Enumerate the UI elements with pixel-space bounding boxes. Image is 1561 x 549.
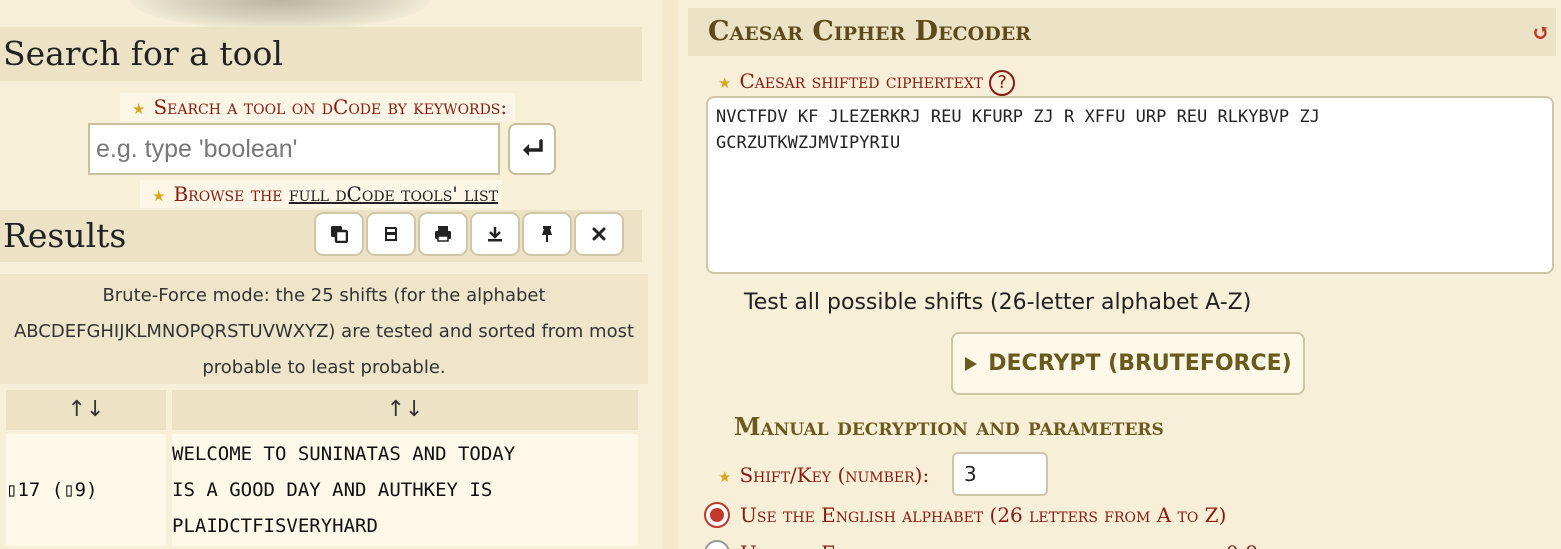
radio-button-checked[interactable] bbox=[704, 502, 730, 528]
copy-icon bbox=[331, 226, 348, 243]
test-all-shifts-text: Test all possible shifts (26-letter alph… bbox=[744, 290, 1252, 315]
plaintext-line: IS A GOOD DAY AND AUTHKEY IS bbox=[172, 479, 493, 501]
pin-button[interactable] bbox=[522, 212, 572, 256]
close-icon bbox=[592, 227, 606, 241]
star-icon: ★ bbox=[718, 468, 732, 486]
play-icon bbox=[965, 356, 978, 371]
manual-section-title: Manual decryption and parameters bbox=[734, 412, 1164, 441]
star-icon: ★ bbox=[132, 100, 146, 118]
tool-title-text: Caesar Cipher Decoder bbox=[708, 16, 1031, 47]
tool-title: Caesar Cipher Decoder ↺ bbox=[688, 8, 1556, 56]
copy-button[interactable] bbox=[314, 212, 364, 256]
ciphertext-label-text: Caesar shifted ciphertext bbox=[739, 69, 984, 93]
decrypt-button-label: DECRYPT (BRUTEFORCE) bbox=[988, 351, 1292, 376]
sort-column-text[interactable]: ↑↓ bbox=[172, 390, 638, 430]
sort-column-shift[interactable]: ↑↓ bbox=[6, 390, 166, 430]
plaintext-line: WELCOME TO SUNINATAS AND TODAY bbox=[172, 443, 516, 465]
enter-icon bbox=[523, 139, 543, 156]
search-input[interactable] bbox=[88, 123, 500, 175]
print-button[interactable] bbox=[418, 212, 468, 256]
plaintext-line: PLAIDCTFISVERYHARD bbox=[172, 515, 378, 537]
download-icon bbox=[488, 227, 502, 242]
save-icon bbox=[385, 227, 397, 241]
radio-button[interactable] bbox=[704, 540, 730, 549]
column-divider bbox=[662, 0, 678, 549]
help-icon[interactable]: ? bbox=[989, 69, 1016, 96]
radio-english-alphabet[interactable]: Use the English alphabet (26 letters fro… bbox=[704, 502, 1226, 528]
search-section-title: Search for a tool bbox=[0, 27, 642, 81]
radio-label: Use the English alphabet and also shift … bbox=[740, 541, 1258, 549]
bruteforce-note: Brute-Force mode: the 25 shifts (for the… bbox=[0, 274, 648, 384]
full-tools-list-link[interactable]: full dCode tools' list bbox=[289, 182, 498, 206]
search-submit-button[interactable] bbox=[508, 123, 556, 175]
shift-label: ★ Shift/Key (number): bbox=[718, 460, 929, 492]
reset-icon[interactable]: ↺ bbox=[1532, 22, 1550, 44]
shift-key-input[interactable] bbox=[952, 452, 1048, 496]
note-line: ABCDEFGHIJKLMNOPQRSTUVWXYZ) are tested a… bbox=[13, 321, 635, 342]
browse-prefix: Browse the bbox=[173, 182, 289, 206]
pin-icon bbox=[542, 226, 552, 242]
plaintext-cell: WELCOME TO SUNINATAS AND TODAY IS A GOOD… bbox=[172, 434, 638, 546]
decorative-image bbox=[130, 0, 430, 30]
star-icon: ★ bbox=[718, 74, 732, 92]
ciphertext-label: ★ Caesar shifted ciphertext? bbox=[718, 66, 1016, 98]
close-results-button[interactable] bbox=[574, 212, 624, 256]
star-icon: ★ bbox=[152, 187, 166, 205]
print-icon bbox=[435, 226, 451, 242]
radio-label: Use the English alphabet (26 letters fro… bbox=[740, 503, 1227, 527]
right-column: Caesar Cipher Decoder ↺ ★ Caesar shifted … bbox=[678, 0, 1561, 549]
results-toolbar bbox=[314, 212, 624, 256]
download-button[interactable] bbox=[470, 212, 520, 256]
search-label-text: Search a tool on dCode by keywords: bbox=[153, 95, 508, 119]
caesar-tool-panel: Caesar Cipher Decoder ↺ ★ Caesar shifted … bbox=[688, 8, 1556, 549]
note-line: probable to least probable. bbox=[202, 357, 446, 378]
radio-english-alphabet-digits[interactable]: Use the English alphabet and also shift … bbox=[704, 540, 1258, 549]
shift-cell: ▯17 (▯9) bbox=[6, 434, 166, 546]
save-button[interactable] bbox=[366, 212, 416, 256]
decrypt-bruteforce-button[interactable]: DECRYPT (BRUTEFORCE) bbox=[951, 332, 1305, 395]
ciphertext-input[interactable] bbox=[706, 96, 1554, 274]
left-column: Search for a tool ★ Search a tool on dCod… bbox=[0, 0, 662, 549]
shift-label-text: Shift/Key (number): bbox=[739, 463, 930, 487]
note-line: Brute-Force mode: the 25 shifts (for the… bbox=[102, 285, 546, 306]
browse-tools-link-row: ★ Browse the full dCode tools' list bbox=[140, 180, 502, 208]
search-label: ★ Search a tool on dCode by keywords: bbox=[120, 93, 516, 121]
